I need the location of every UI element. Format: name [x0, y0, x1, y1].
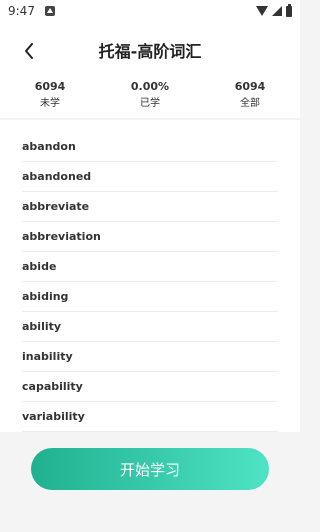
list-item[interactable]: abbreviate — [22, 192, 278, 222]
list-item[interactable]: capability — [22, 372, 278, 402]
back-button[interactable] — [18, 40, 40, 62]
list-item[interactable]: abide — [22, 252, 278, 282]
stat-value: 0.00% — [130, 80, 170, 93]
list-item[interactable]: variability — [22, 402, 278, 432]
list-item[interactable]: abandon — [22, 132, 278, 162]
stat-value: 6094 — [34, 80, 66, 93]
start-learning-button[interactable]: 开始学习 — [31, 448, 269, 490]
stat-label: 全部 — [240, 98, 260, 109]
stats-bar: 6094 未学 0.00% 已学 6094 全部 — [0, 78, 300, 118]
list-item[interactable]: inability — [22, 342, 278, 372]
battery-icon — [286, 3, 292, 17]
stat-label: 未学 — [40, 98, 60, 109]
list-item[interactable]: ability — [22, 312, 278, 342]
status-time: 9:47 — [8, 4, 35, 18]
word-list[interactable]: abandon abandoned abbreviate abbreviatio… — [0, 120, 300, 432]
wifi-icon — [256, 6, 268, 16]
stat-label: 已学 — [140, 98, 160, 109]
page-title: 托福-高阶词汇 — [98, 42, 202, 61]
list-item[interactable]: abbreviation — [22, 222, 278, 252]
header: 托福-高阶词汇 — [0, 22, 300, 78]
chevron-left-icon — [25, 43, 33, 59]
notification-icon — [44, 6, 55, 16]
stat-learned[interactable]: 0.00% 已学 — [100, 78, 200, 118]
list-item[interactable]: abandoned — [22, 162, 278, 192]
stat-unlearned[interactable]: 6094 未学 — [0, 78, 100, 118]
list-item[interactable]: abiding — [22, 282, 278, 312]
status-icons — [256, 3, 292, 17]
signal-icon — [272, 6, 282, 16]
stat-all[interactable]: 6094 全部 — [200, 78, 300, 118]
status-bar: 9:47 — [0, 0, 300, 22]
stat-value: 6094 — [234, 80, 266, 93]
